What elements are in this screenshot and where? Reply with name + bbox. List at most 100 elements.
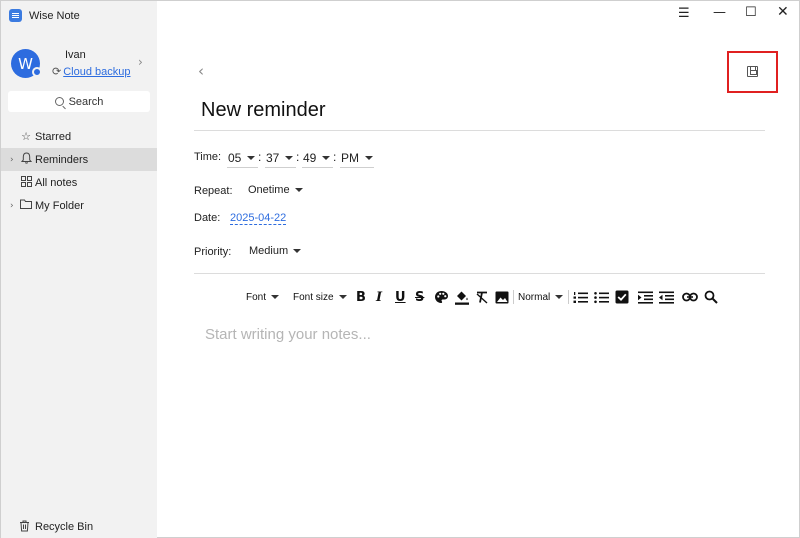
time-separator: : (333, 150, 337, 164)
insert-image-button[interactable] (495, 287, 509, 307)
indent-icon (638, 291, 653, 304)
palette-icon (435, 291, 448, 303)
toolbar-separator (568, 290, 569, 304)
dropdown-arrow-icon (247, 156, 256, 160)
maximize-icon[interactable]: ☐ (745, 5, 757, 20)
search-icon (54, 97, 64, 106)
time-separator: : (258, 150, 262, 164)
outdent-button[interactable] (659, 287, 674, 307)
save-icon[interactable] (747, 66, 758, 77)
bullet-list-button[interactable] (594, 287, 609, 307)
menu-icon[interactable]: ☰ (678, 6, 690, 21)
close-icon[interactable]: ✕ (777, 4, 789, 20)
priority-select[interactable]: Medium (249, 245, 302, 257)
app-title: Wise Note (29, 9, 80, 22)
ampm-select[interactable]: PM (340, 149, 374, 168)
find-button[interactable] (704, 287, 718, 307)
dropdown-arrow-icon (338, 295, 347, 299)
sidebar-item-my-folder[interactable]: › My Folder (1, 194, 157, 217)
user-name: Ivan (65, 49, 86, 61)
sidebar-item-label: Recycle Bin (35, 521, 94, 533)
sidebar-item-label: Reminders (35, 153, 89, 166)
text-color-button[interactable] (434, 287, 449, 307)
app-window: Wise Note W Ivan ⟳ Cloud backup › Search… (0, 0, 800, 538)
dropdown-arrow-icon (322, 156, 331, 160)
repeat-select[interactable]: Onetime (248, 184, 303, 196)
dropdown-arrow-icon (271, 295, 280, 299)
trash-icon (18, 520, 30, 535)
title-divider (194, 130, 765, 131)
note-title[interactable]: New reminder (201, 99, 325, 122)
sidebar-item-starred[interactable]: ☆ Starred (1, 125, 157, 148)
note-body-editor[interactable]: Start writing your notes... (205, 326, 371, 343)
search-label: Search (68, 95, 104, 108)
back-chevron-icon[interactable]: ‹ (198, 62, 204, 80)
cloud-backup-link[interactable]: Cloud backup (63, 66, 130, 78)
sidebar-item-label: My Folder (35, 199, 84, 212)
toolbar-divider (194, 273, 765, 274)
checklist-button[interactable] (615, 287, 629, 307)
time-separator: : (296, 150, 300, 164)
bell-icon (20, 152, 32, 167)
second-value: 49 (303, 151, 317, 165)
link-icon (682, 292, 698, 302)
font-select[interactable]: Font (246, 287, 280, 307)
heading-select[interactable]: Normal (518, 287, 564, 307)
sidebar-item-recycle-bin[interactable]: Recycle Bin (1, 516, 157, 538)
time-label: Time: (194, 151, 222, 163)
sidebar-item-label: All notes (35, 176, 78, 189)
bold-button[interactable]: B (356, 287, 366, 307)
dropdown-arrow-icon (285, 156, 294, 160)
ordered-list-icon (573, 291, 588, 303)
insert-link-button[interactable] (682, 287, 698, 307)
highlight-color-button[interactable] (454, 287, 470, 307)
font-size-select[interactable]: Font size (293, 287, 347, 307)
bullet-list-icon (594, 291, 609, 303)
font-size-label: Font size (293, 291, 334, 303)
heading-select-label: Normal (518, 291, 551, 303)
sidebar-item-label: Starred (35, 130, 72, 143)
outdent-icon (659, 291, 674, 304)
repeat-value: Onetime (248, 184, 290, 196)
priority-value: Medium (249, 245, 289, 257)
minimize-icon[interactable]: — (713, 5, 726, 20)
sidebar-nav: ☆ Starred › Reminders All notes › My Fol… (1, 125, 157, 217)
expand-caret-icon[interactable]: › (10, 201, 14, 211)
grid-icon (20, 175, 32, 190)
font-select-label: Font (246, 291, 267, 303)
sidebar-item-reminders[interactable]: › Reminders (1, 148, 157, 171)
profile-card[interactable]: W Ivan ⟳ Cloud backup › (11, 48, 151, 82)
app-logo-icon (9, 9, 22, 22)
dropdown-arrow-icon (555, 295, 564, 299)
second-select[interactable]: 49 (302, 149, 333, 168)
sidebar-item-all-notes[interactable]: All notes (1, 171, 157, 194)
checkbox-icon (615, 290, 629, 304)
app-title-bar: Wise Note (9, 9, 80, 22)
search-icon (704, 290, 718, 304)
toolbar-separator (513, 290, 514, 304)
underline-button[interactable]: U (395, 287, 406, 307)
italic-button[interactable]: I (376, 287, 382, 307)
sidebar: Wise Note W Ivan ⟳ Cloud backup › Search… (1, 1, 157, 538)
dropdown-arrow-icon (293, 249, 302, 253)
star-icon: ☆ (21, 130, 31, 143)
hour-select[interactable]: 05 (227, 149, 258, 168)
chevron-right-icon[interactable]: › (138, 55, 143, 69)
hour-value: 05 (228, 151, 242, 165)
dropdown-arrow-icon (365, 156, 373, 160)
ampm-value: PM (341, 151, 359, 165)
search-button[interactable]: Search (8, 91, 150, 112)
strikethrough-button[interactable]: S (415, 287, 424, 307)
ordered-list-button[interactable] (573, 287, 588, 307)
indent-button[interactable] (638, 287, 653, 307)
avatar-badge-icon (32, 67, 42, 77)
cloud-backup-row: ⟳ Cloud backup (52, 65, 131, 78)
repeat-label: Repeat: (194, 185, 233, 197)
date-picker-link[interactable]: 2025-04-22 (230, 212, 287, 225)
clear-format-icon (476, 291, 488, 304)
clear-format-button[interactable] (475, 287, 489, 307)
minute-select[interactable]: 37 (265, 149, 296, 168)
expand-caret-icon[interactable]: › (10, 155, 14, 165)
fill-bucket-icon (455, 291, 469, 305)
dropdown-arrow-icon (294, 188, 303, 192)
